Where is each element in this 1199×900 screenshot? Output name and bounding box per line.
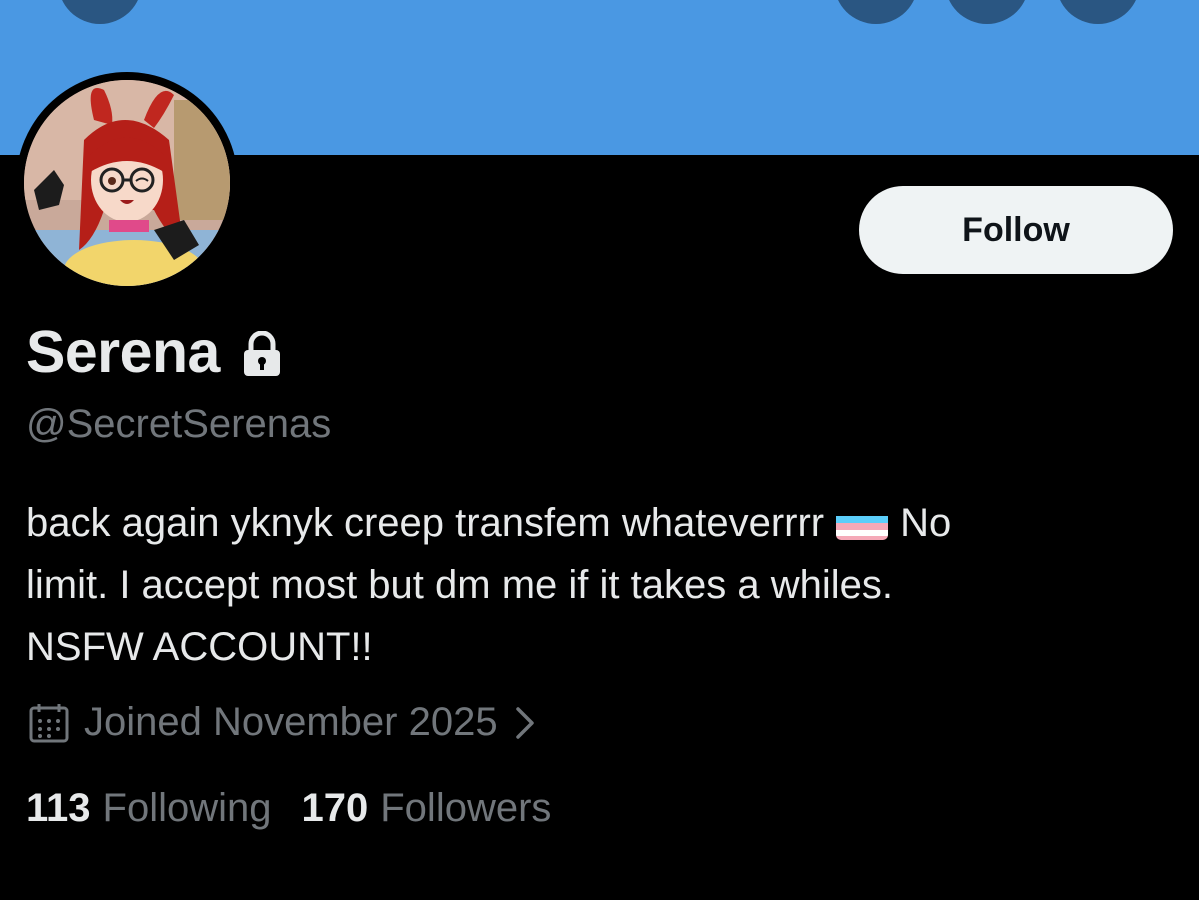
share-button[interactable] (945, 0, 1029, 24)
search-button[interactable] (834, 0, 918, 24)
bio-text: back again yknyk creep transfem whatever… (26, 501, 825, 545)
avatar-frame[interactable] (16, 72, 238, 294)
avatar[interactable] (24, 80, 230, 286)
avatar-image (24, 80, 230, 286)
chevron-right-icon (515, 706, 534, 739)
follow-stats: 113 Following 170 Followers (26, 786, 581, 831)
bio-line-1: back again yknyk creep transfem whatever… (26, 492, 1166, 554)
bio-text: No (900, 501, 952, 545)
back-button[interactable] (58, 0, 142, 24)
more-options-button[interactable] (1056, 0, 1140, 24)
bio-line-3: NSFW ACCOUNT!! (26, 625, 373, 669)
user-handle: @SecretSerenas (26, 402, 332, 446)
bio-line-2: limit. I accept most but dm me if it tak… (26, 563, 893, 607)
calendar-icon (29, 703, 69, 742)
profile-bio: back again yknyk creep transfem whatever… (26, 492, 1166, 678)
followers-link[interactable]: 170 Followers (302, 786, 552, 831)
transgender-flag-icon (836, 506, 889, 540)
lock-icon (243, 331, 280, 376)
following-count: 113 (26, 786, 91, 830)
joined-date-row[interactable]: Joined November 2025 (28, 700, 538, 745)
following-link[interactable]: 113 Following (26, 786, 272, 831)
display-name: Serena (26, 319, 220, 385)
followers-count: 170 (301, 786, 369, 830)
followers-label: Followers (380, 786, 552, 830)
following-label: Following (102, 786, 272, 830)
follow-button[interactable]: Follow (859, 186, 1173, 274)
joined-date-text: Joined November 2025 (84, 700, 498, 744)
name-row: Serena (26, 318, 282, 386)
